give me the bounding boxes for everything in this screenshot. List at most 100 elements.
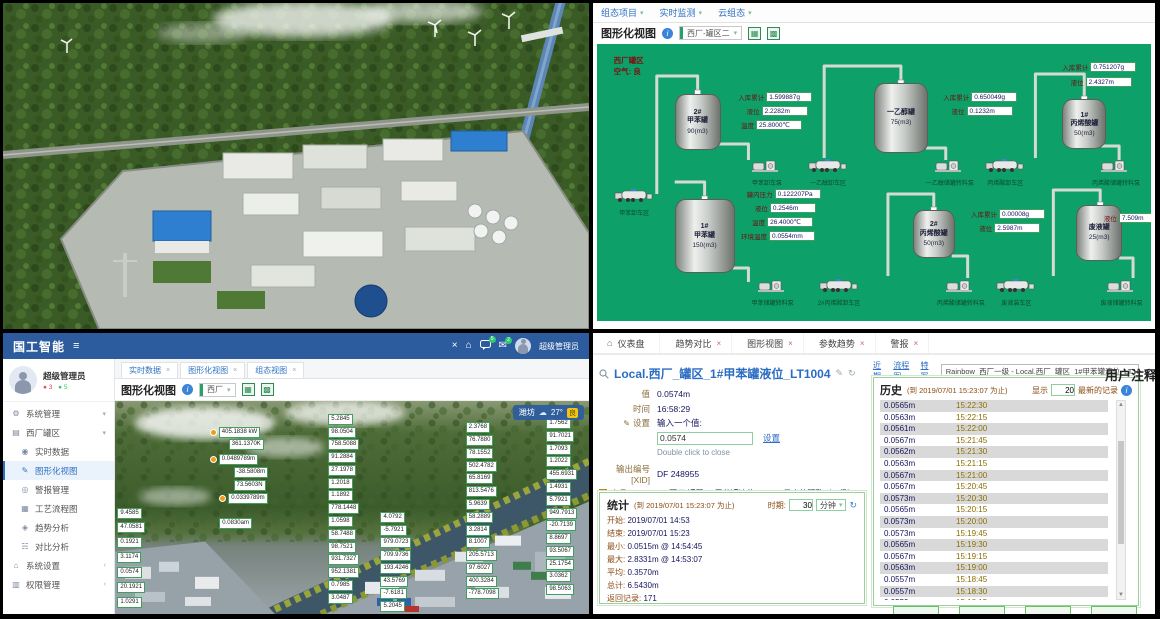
refresh-icon[interactable]: ↻ — [848, 368, 856, 379]
history-row[interactable]: 0.0567m 15:20:45 — [880, 481, 1108, 493]
user-avatar[interactable] — [9, 366, 37, 394]
set-value-input[interactable] — [657, 432, 753, 445]
storage-tank[interactable]: 1# 甲苯罐 150(m3) — [675, 199, 735, 273]
weather-widget[interactable]: 潍坊 ☁ 27° 良 — [513, 405, 584, 420]
map-3d-view[interactable]: 405.1838 kW 0.0489789m 0.0339789m — [115, 401, 589, 614]
tanker-truck[interactable]: 废液装车区 — [990, 278, 1042, 307]
history-row[interactable]: 0.0563m 15:21:15 — [880, 458, 1108, 470]
sidebar-menu-item[interactable]: ☵ 对比分析 — [3, 537, 114, 556]
scada-tab[interactable]: 云组态 ▾ — [718, 6, 752, 19]
tab-close-icon[interactable]: × — [166, 367, 170, 374]
bottom-toolbar-button[interactable] — [893, 606, 939, 614]
map-marker[interactable]: 405.1838 kW — [210, 427, 260, 438]
info-icon[interactable]: i — [1121, 385, 1132, 396]
mail-icon[interactable]: ✉ 2 — [499, 341, 507, 351]
history-row[interactable]: 0.0567m 15:19:15 — [880, 551, 1108, 563]
bottom-toolbar-button[interactable] — [1025, 606, 1071, 614]
detail-tab[interactable]: 参数趋势 × — [804, 333, 876, 353]
sidebar-menu-item[interactable]: ◈ 趋势分析 — [3, 518, 114, 537]
sidebar-menu-item[interactable]: ⌂ 系统设置 ‹ — [3, 556, 114, 575]
tanker-truck[interactable]: 2#丙烯酸卸车区 — [813, 278, 865, 307]
transfer-pump[interactable]: 甲苯卸车泵 — [741, 159, 793, 187]
sidebar-menu-item[interactable]: ▦ 工艺流程图 — [3, 499, 114, 518]
info-icon[interactable]: i — [182, 384, 193, 395]
close-icon[interactable]: × — [452, 341, 458, 351]
save-view-button[interactable]: ▩ — [261, 383, 274, 396]
sidebar-menu-item[interactable]: ✎ 图形化视图 — [3, 461, 114, 480]
detail-tab[interactable]: 趋势对比 × — [660, 333, 732, 353]
history-row[interactable]: 0.0573m 15:19:45 — [880, 528, 1108, 540]
storage-tank[interactable]: 2# 丙烯酸罐 50(m3) — [913, 210, 955, 258]
storage-tank[interactable]: 一乙醇罐 75(m3) — [874, 83, 928, 153]
history-row[interactable]: 0.0562m 15:21:30 — [880, 446, 1108, 458]
tab-close-icon[interactable]: × — [914, 339, 919, 348]
bottom-toolbar-button[interactable] — [1091, 606, 1137, 614]
scada-tab[interactable]: 组态项目 ▾ — [601, 6, 644, 19]
scada-view-selector[interactable]: 西厂-罐区二 ▾ — [679, 26, 742, 40]
home-icon[interactable]: ⌂ — [466, 341, 472, 351]
transfer-pump[interactable]: 丙烯酸储罐转料泵 — [1090, 159, 1142, 187]
transfer-pump[interactable]: 一乙醇储罐转料泵 — [924, 159, 976, 187]
storage-tank[interactable]: 1# 丙烯酸罐 50(m3) — [1062, 99, 1106, 149]
show-count-input[interactable] — [1051, 384, 1075, 396]
history-row[interactable]: 0.0563m 15:22:15 — [880, 412, 1108, 424]
history-row[interactable]: 0.0567m 15:21:00 — [880, 470, 1108, 482]
history-row[interactable]: 0.0573m 15:20:30 — [880, 493, 1108, 505]
set-link[interactable]: 设置 — [763, 432, 780, 444]
history-row[interactable]: 0.0557m 15:18:30 — [880, 586, 1108, 598]
sidebar-menu-item[interactable]: ▤ 西厂罐区 ▾ — [3, 423, 114, 442]
transfer-pump[interactable]: 甲苯储罐转料泵 — [747, 279, 799, 307]
header-avatar[interactable] — [515, 338, 531, 354]
search-icon[interactable] — [599, 369, 609, 379]
detail-tab[interactable]: 图形视图 × — [732, 333, 804, 353]
history-row[interactable]: 0.0561m 15:22:00 — [880, 423, 1108, 435]
history-row[interactable]: 0.0559m 15:18:15 — [880, 597, 1108, 600]
detail-tab[interactable]: 警报 × — [876, 333, 930, 353]
chat-icon[interactable]: 5 — [480, 340, 491, 353]
tab-close-icon[interactable]: × — [788, 339, 793, 348]
scrollbar-thumb[interactable] — [1118, 441, 1124, 544]
tab-close-icon[interactable]: × — [233, 367, 237, 374]
sidebar-menu-item[interactable]: ◉ 实时数据 — [3, 442, 114, 461]
map-marker[interactable]: 0.0339789m — [219, 493, 267, 504]
hamburger-menu-icon[interactable]: ≡ — [73, 340, 79, 352]
transfer-pump[interactable]: 丙烯酸储罐转料泵 — [935, 279, 987, 307]
edit-view-button[interactable]: ▦ — [242, 383, 255, 396]
history-scrollbar[interactable]: ▲ ▼ — [1116, 400, 1126, 600]
history-row[interactable]: 0.0557m 15:18:45 — [880, 574, 1108, 586]
edit-view-button[interactable]: ▦ — [748, 27, 761, 40]
save-view-button[interactable]: ▩ — [767, 27, 780, 40]
app-tab[interactable]: 实时数据 × — [121, 362, 178, 378]
detail-tab[interactable]: ⌂ 仪表盘 — [597, 333, 660, 353]
history-row[interactable]: 0.0563m 15:19:00 — [880, 562, 1108, 574]
tab-close-icon[interactable]: × — [716, 339, 721, 348]
sidebar-menu-item[interactable]: ▥ 权限管理 ‹ — [3, 575, 114, 594]
tab-close-icon[interactable]: × — [860, 339, 865, 348]
app-tab[interactable]: 组态视图 × — [247, 362, 304, 378]
sidebar-menu-item[interactable]: ⚙ 系统管理 ▾ — [3, 404, 114, 423]
history-row[interactable]: 0.0567m 15:21:45 — [880, 435, 1108, 447]
transfer-pump[interactable]: 废液储罐转料泵 — [1096, 279, 1148, 307]
refresh-icon[interactable]: ↻ — [849, 500, 857, 511]
history-row[interactable]: 0.0565m 15:19:30 — [880, 539, 1108, 551]
scada-tab[interactable]: 实时监测 ▾ — [660, 6, 703, 19]
info-icon[interactable]: i — [662, 28, 673, 39]
scroll-up-icon[interactable]: ▲ — [1117, 401, 1125, 409]
history-row[interactable]: 0.0565m 15:20:15 — [880, 504, 1108, 516]
tanker-truck[interactable]: 丙烯酸卸车区 — [979, 158, 1031, 187]
history-row[interactable]: 0.0565m 15:22:30 — [880, 400, 1108, 412]
storage-tank[interactable]: 2# 甲苯罐 90(m3) — [675, 94, 721, 150]
history-row[interactable]: 0.0573m 15:20:00 — [880, 516, 1108, 528]
tanker-truck[interactable]: 甲苯卸车区 — [608, 188, 660, 217]
period-input[interactable] — [789, 499, 813, 511]
map-marker[interactable]: 0.0489789m — [210, 454, 258, 465]
edit-pencil-icon[interactable]: ✎ — [836, 368, 844, 379]
tanker-truck[interactable]: 一乙醇卸车区 — [802, 158, 854, 187]
map-view-selector[interactable]: 西厂 ▾ — [199, 383, 236, 397]
sidebar-menu-item[interactable]: ◎ 警报管理 — [3, 480, 114, 499]
bottom-toolbar-button[interactable] — [959, 606, 1005, 614]
app-tab[interactable]: 图形化视图 × — [180, 362, 245, 378]
scroll-down-icon[interactable]: ▼ — [1117, 591, 1125, 599]
tab-close-icon[interactable]: × — [292, 367, 296, 374]
period-unit-select[interactable]: 分钟 ▾ — [816, 499, 847, 511]
